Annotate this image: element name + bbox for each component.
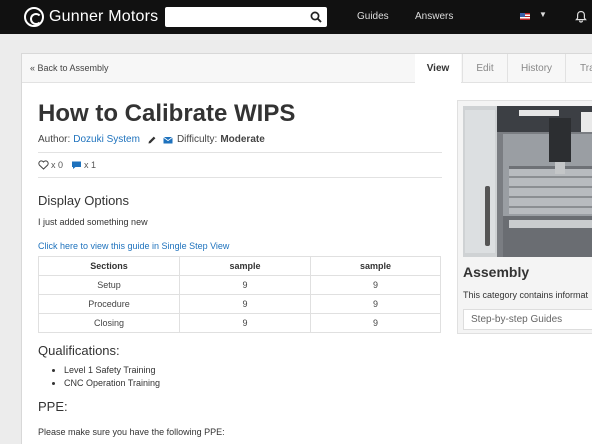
- tab-edit[interactable]: Edit: [462, 54, 507, 83]
- guide-tabs-bar: « Back to Assembly View Edit History Tra: [22, 54, 592, 83]
- table-header-cell: sample: [310, 256, 441, 276]
- table-header-row: Sections sample sample: [38, 256, 441, 276]
- table-cell: Procedure: [38, 294, 180, 314]
- tab-history[interactable]: History: [507, 54, 565, 83]
- envelope-icon[interactable]: [163, 135, 173, 145]
- table-cell: 9: [179, 294, 311, 314]
- back-to-assembly-link[interactable]: « Back to Assembly: [30, 63, 109, 73]
- likes-count: x 0: [51, 160, 64, 170]
- guide-meta: Author: Dozuki System Difficulty: Modera…: [38, 134, 442, 145]
- table-cell: 9: [310, 294, 441, 314]
- brand-logo[interactable]: Gunner Motors: [24, 7, 158, 27]
- category-description: This category contains informat: [463, 290, 589, 300]
- table-cell: 9: [179, 275, 311, 295]
- us-flag-icon[interactable]: [520, 13, 530, 20]
- chevron-down-icon[interactable]: ▼: [539, 10, 547, 19]
- guide-card: « Back to Assembly View Edit History Tra…: [21, 53, 592, 444]
- search-icon[interactable]: [310, 11, 322, 23]
- author-label: Author:: [38, 134, 71, 145]
- brand-name: Gunner Motors: [49, 8, 159, 25]
- step-by-step-guides-button[interactable]: Step-by-step Guides: [463, 309, 592, 330]
- qualifications-list: Level 1 Safety Training CNC Operation Tr…: [64, 364, 442, 390]
- ppe-heading: PPE:: [38, 399, 68, 414]
- guide-stats: x 0 x 1: [38, 160, 442, 170]
- heart-icon[interactable]: [38, 160, 49, 170]
- ppe-note: Please make sure you have the following …: [38, 427, 225, 437]
- bell-icon[interactable]: [575, 10, 587, 23]
- list-item: Level 1 Safety Training: [64, 364, 442, 377]
- divider: [38, 177, 442, 178]
- table-cell: Setup: [38, 275, 180, 295]
- guide-title: How to Calibrate WIPS: [38, 100, 296, 127]
- logo-icon: [24, 7, 44, 27]
- divider: [38, 152, 442, 153]
- difficulty-value: Moderate: [220, 134, 265, 145]
- comment-icon[interactable]: [71, 160, 82, 170]
- search-input[interactable]: [165, 7, 305, 27]
- table-cell: Closing: [38, 313, 180, 333]
- single-step-view-link[interactable]: Click here to view this guide in Single …: [38, 241, 442, 251]
- category-sidebar: Assembly This category contains informat…: [457, 100, 592, 334]
- nav-guides-link[interactable]: Guides: [357, 11, 389, 22]
- table-cell: 9: [179, 313, 311, 333]
- display-note: I just added something new: [38, 217, 148, 227]
- table-header-cell: sample: [179, 256, 311, 276]
- tab-translate[interactable]: Tra: [565, 54, 592, 83]
- pencil-icon[interactable]: [147, 135, 157, 145]
- table-row: Setup 9 9: [38, 275, 441, 295]
- table-row: Procedure 9 9: [38, 294, 441, 314]
- category-title: Assembly: [463, 264, 530, 280]
- sections-table: Sections sample sample Setup 9 9 Procedu…: [38, 256, 441, 333]
- guide-main-content: How to Calibrate WIPS Author: Dozuki Sys…: [38, 100, 442, 437]
- qualifications-heading: Qualifications:: [38, 343, 120, 358]
- search-box: [165, 7, 327, 27]
- list-item: CNC Operation Training: [64, 377, 442, 390]
- table-cell: 9: [310, 313, 441, 333]
- category-image[interactable]: [463, 106, 592, 257]
- comments-count: x 1: [84, 160, 97, 170]
- tab-view[interactable]: View: [415, 54, 461, 83]
- difficulty-label: Difficulty:: [176, 134, 218, 145]
- display-options-heading: Display Options: [38, 193, 130, 208]
- top-navigation-bar: Gunner Motors Guides Answers ▼: [0, 0, 592, 34]
- table-header-cell: Sections: [38, 256, 180, 276]
- nav-answers-link[interactable]: Answers: [415, 11, 453, 22]
- table-cell: 9: [310, 275, 441, 295]
- table-row: Closing 9 9: [38, 313, 441, 333]
- author-link[interactable]: Dozuki System: [73, 134, 140, 145]
